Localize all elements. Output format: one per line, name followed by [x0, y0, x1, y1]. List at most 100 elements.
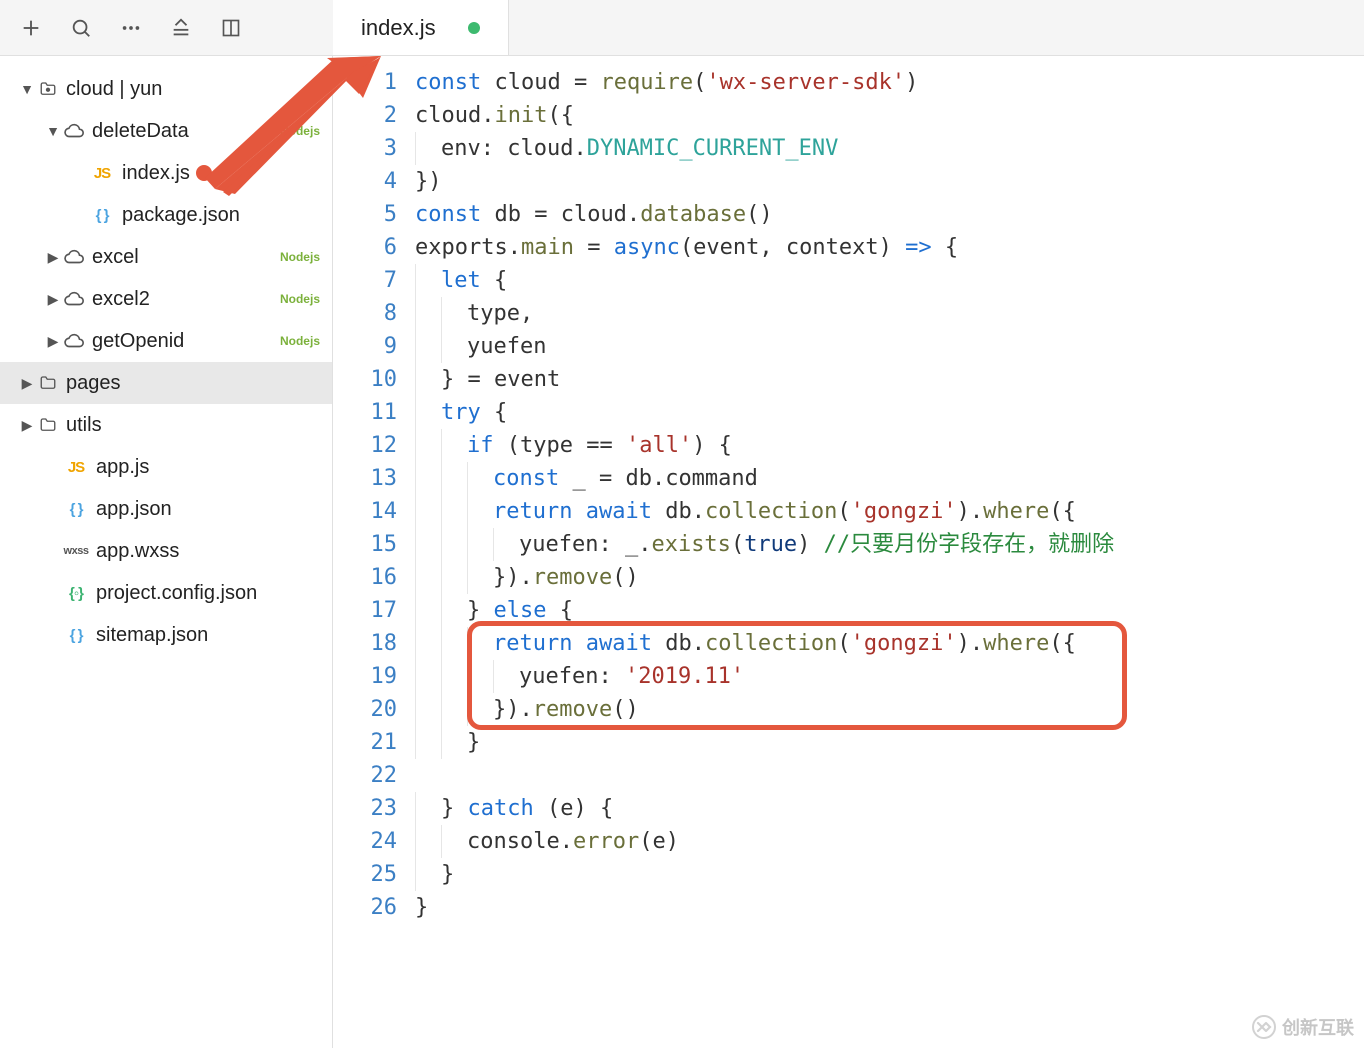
code-line[interactable]: try {	[411, 396, 1354, 429]
tree-item[interactable]: JSapp.js	[0, 446, 332, 488]
tree-item[interactable]: ▼deleteDataNodejs	[0, 110, 332, 152]
code-line[interactable]: } catch (e) {	[411, 792, 1354, 825]
code-line[interactable]: })	[411, 165, 1354, 198]
tree-item[interactable]: { }sitemap.json	[0, 614, 332, 656]
tree-item-label: sitemap.json	[96, 624, 208, 647]
code-line[interactable]: return await db.collection('gongzi').whe…	[411, 627, 1354, 660]
tree-item[interactable]: ▼cloud | yun	[0, 68, 332, 110]
line-number: 23	[333, 792, 397, 825]
code-line[interactable]: }).remove()	[411, 693, 1354, 726]
code-editor[interactable]: 1234567891011121314151617181920212223242…	[333, 56, 1364, 1048]
code-line[interactable]: yuefen: '2019.11'	[411, 660, 1354, 693]
line-number: 20	[333, 693, 397, 726]
line-number: 3	[333, 132, 397, 165]
code-line[interactable]: } else {	[411, 594, 1354, 627]
caret-right-icon[interactable]: ▶	[44, 291, 62, 308]
line-number: 10	[333, 363, 397, 396]
annotation-dot-icon	[196, 165, 212, 181]
code-line[interactable]	[411, 759, 1354, 792]
tree-item-label: excel2	[92, 288, 150, 311]
code-content[interactable]: const cloud = require('wx-server-sdk')cl…	[411, 66, 1364, 1048]
tree-item[interactable]: ▶ getOpenid Nodejs	[0, 320, 332, 362]
code-line[interactable]: let {	[411, 264, 1354, 297]
search-icon[interactable]	[70, 17, 92, 39]
tree-item[interactable]: ▶ utils	[0, 404, 332, 446]
watermark-text: 创新互联	[1282, 1014, 1354, 1040]
code-line[interactable]: const _ = db.command	[411, 462, 1354, 495]
tree-item[interactable]: ▶pages	[0, 362, 332, 404]
code-line[interactable]: exports.main = async(event, context) => …	[411, 231, 1354, 264]
more-icon[interactable]	[120, 17, 142, 39]
main-area: ▼cloud | yun▼deleteDataNodejs JS index.js {…	[0, 56, 1364, 1048]
tree-item-label: app.json	[96, 498, 172, 521]
caret-right-icon[interactable]: ▶	[44, 333, 62, 350]
config-file-icon: {◦}	[62, 585, 90, 602]
code-line[interactable]: }	[411, 858, 1354, 891]
collapse-icon[interactable]	[170, 17, 192, 39]
line-number: 24	[333, 825, 397, 858]
nodejs-badge: Nodejs	[280, 124, 320, 138]
code-line[interactable]: yuefen	[411, 330, 1354, 363]
line-number: 1	[333, 66, 397, 99]
tree-item[interactable]: ▶ excel Nodejs	[0, 236, 332, 278]
tree-item[interactable]: JS index.js	[0, 152, 332, 194]
tab-label: index.js	[361, 15, 436, 41]
code-line[interactable]: yuefen: _.exists(true) //只要月份字段存在，就删除	[411, 528, 1354, 561]
code-line[interactable]: const db = cloud.database()	[411, 198, 1354, 231]
code-line[interactable]: type,	[411, 297, 1354, 330]
code-line[interactable]: } = event	[411, 363, 1354, 396]
caret-right-icon[interactable]: ▶	[18, 375, 36, 392]
line-number: 13	[333, 462, 397, 495]
caret-right-icon[interactable]: ▶	[18, 417, 36, 434]
code-line[interactable]: env: cloud.DYNAMIC_CURRENT_ENV	[411, 132, 1354, 165]
wxss-file-icon: wxss	[62, 545, 90, 557]
code-line[interactable]: }).remove()	[411, 561, 1354, 594]
line-number: 8	[333, 297, 397, 330]
line-number: 21	[333, 726, 397, 759]
line-number: 26	[333, 891, 397, 924]
top-toolbar: index.js	[0, 0, 1364, 56]
tree-item[interactable]: ▶excel2Nodejs	[0, 278, 332, 320]
tree-item-label: getOpenid	[92, 330, 184, 353]
editor-tabs: index.js	[333, 0, 509, 55]
caret-right-icon[interactable]: ▶	[44, 249, 62, 266]
tree-item-label: project.config.json	[96, 582, 257, 605]
split-icon[interactable]	[220, 17, 242, 39]
tree-item-label: index.js	[122, 162, 190, 185]
code-line[interactable]: }	[411, 891, 1354, 924]
line-number: 18	[333, 627, 397, 660]
code-line[interactable]: cloud.init({	[411, 99, 1354, 132]
code-line[interactable]: const cloud = require('wx-server-sdk')	[411, 66, 1354, 99]
file-tree[interactable]: ▼cloud | yun▼deleteDataNodejs JS index.js {…	[0, 56, 333, 1048]
watermark-logo-icon	[1252, 1015, 1276, 1039]
line-number: 2	[333, 99, 397, 132]
line-number-gutter: 1234567891011121314151617181920212223242…	[333, 66, 411, 1048]
code-line[interactable]: console.error(e)	[411, 825, 1354, 858]
code-line[interactable]: }	[411, 726, 1354, 759]
tree-item[interactable]: { }app.json	[0, 488, 332, 530]
tree-item[interactable]: wxss app.wxss	[0, 530, 332, 572]
tree-item-label: utils	[66, 414, 102, 437]
line-number: 9	[333, 330, 397, 363]
json-file-icon: { }	[88, 207, 116, 224]
caret-down-icon[interactable]: ▼	[18, 81, 36, 97]
sidebar-toolbar	[0, 0, 333, 55]
tree-item[interactable]: {◦} project.config.json	[0, 572, 332, 614]
line-number: 25	[333, 858, 397, 891]
code-line[interactable]: if (type == 'all') {	[411, 429, 1354, 462]
new-file-icon[interactable]	[20, 17, 42, 39]
caret-down-icon[interactable]: ▼	[44, 123, 62, 139]
watermark: 创新互联	[1252, 1014, 1354, 1040]
nodejs-badge: Nodejs	[280, 334, 320, 348]
folder-icon	[36, 80, 60, 98]
cloud-icon	[62, 291, 86, 307]
tree-item-label: excel	[92, 246, 139, 269]
tree-item-label: app.js	[96, 456, 149, 479]
cloud-icon	[62, 123, 86, 139]
code-line[interactable]: return await db.collection('gongzi').whe…	[411, 495, 1354, 528]
js-file-icon: JS	[88, 165, 116, 182]
tab-index-js[interactable]: index.js	[333, 0, 509, 55]
nodejs-badge: Nodejs	[280, 250, 320, 264]
tree-item-label: app.wxss	[96, 540, 179, 563]
tree-item[interactable]: { }package.json	[0, 194, 332, 236]
